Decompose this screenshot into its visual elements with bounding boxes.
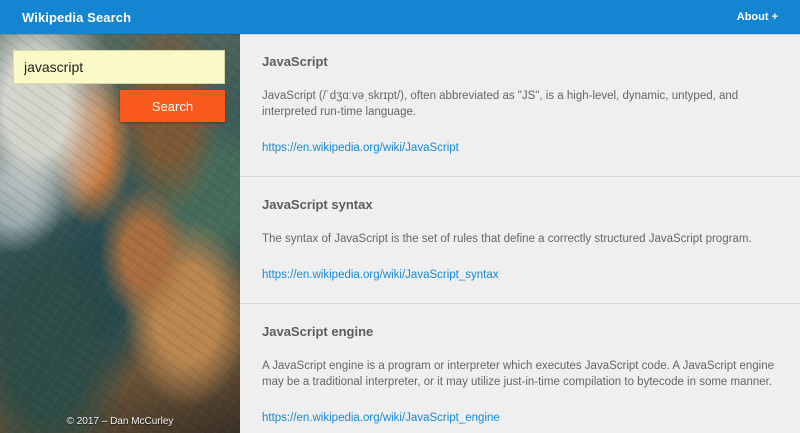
result-snippet: A JavaScript engine is a program or inte… xyxy=(262,360,775,388)
result-item: JavaScript syntax The syntax of JavaScri… xyxy=(240,177,800,304)
result-link[interactable]: https://en.wikipedia.org/wiki/JavaScript xyxy=(262,142,459,154)
result-snippet: The syntax of JavaScript is the set of r… xyxy=(262,233,752,245)
results-list: JavaScript JavaScript (/ˈdʒɑːvəˌskrɪpt/)… xyxy=(240,34,800,433)
result-snippet: JavaScript (/ˈdʒɑːvəˌskrɪpt/), often abb… xyxy=(262,90,739,118)
search-button[interactable]: Search xyxy=(120,90,225,122)
footer-credit: © 2017 – Dan McCurley xyxy=(66,416,174,427)
top-bar: Wikipedia Search About + xyxy=(0,0,800,34)
result-item: JavaScript JavaScript (/ˈdʒɑːvəˌskrɪpt/)… xyxy=(240,34,800,177)
sidebar: Search © 2017 – Dan McCurley xyxy=(0,34,240,433)
result-item: JavaScript engine A JavaScript engine is… xyxy=(240,304,800,433)
result-link[interactable]: https://en.wikipedia.org/wiki/JavaScript… xyxy=(262,412,500,424)
result-title: JavaScript syntax xyxy=(262,197,373,212)
result-title: JavaScript engine xyxy=(262,324,374,339)
result-link[interactable]: https://en.wikipedia.org/wiki/JavaScript… xyxy=(262,269,499,281)
app-title: Wikipedia Search xyxy=(22,9,132,25)
about-link[interactable]: About + xyxy=(737,11,778,23)
search-input[interactable] xyxy=(13,50,225,84)
result-title: JavaScript xyxy=(262,54,328,69)
